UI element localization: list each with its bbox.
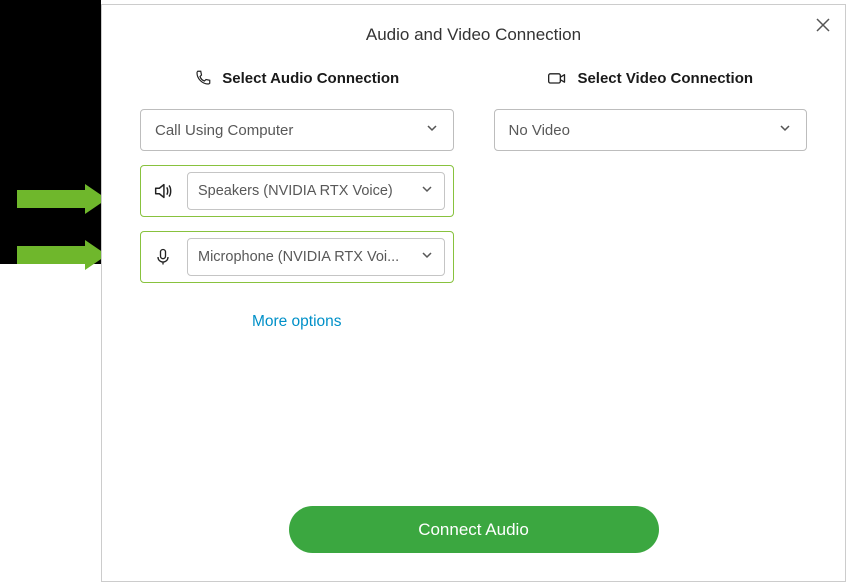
video-connection-select[interactable]: No Video <box>494 109 808 151</box>
audio-video-dialog: Audio and Video Connection Select Audio … <box>101 4 846 582</box>
speaker-icon <box>151 180 175 202</box>
phone-icon <box>194 69 212 87</box>
more-options-link[interactable]: More options <box>140 313 454 331</box>
speaker-select[interactable]: Speakers (NVIDIA RTX Voice) <box>187 172 445 210</box>
microphone-icon <box>151 247 175 267</box>
audio-heading-label: Select Audio Connection <box>222 70 399 87</box>
chevron-down-icon <box>778 121 792 139</box>
video-heading-label: Select Video Connection <box>577 70 753 87</box>
audio-connection-value: Call Using Computer <box>155 122 293 139</box>
dialog-title: Audio and Video Connection <box>102 5 845 45</box>
close-icon[interactable] <box>813 15 833 35</box>
video-connection-value: No Video <box>509 122 570 139</box>
video-heading: Select Video Connection <box>494 69 808 87</box>
annotation-black-margin <box>0 0 101 264</box>
audio-heading: Select Audio Connection <box>140 69 454 87</box>
microphone-value: Microphone (NVIDIA RTX Voi... <box>198 249 405 265</box>
audio-column: Select Audio Connection Call Using Compu… <box>102 69 474 331</box>
chevron-down-icon <box>420 248 434 266</box>
speaker-row: Speakers (NVIDIA RTX Voice) <box>140 165 454 217</box>
chevron-down-icon <box>425 121 439 139</box>
audio-connection-select[interactable]: Call Using Computer <box>140 109 454 151</box>
connect-audio-button[interactable]: Connect Audio <box>289 506 659 553</box>
chevron-down-icon <box>420 182 434 200</box>
video-column: Select Video Connection No Video <box>474 69 846 331</box>
microphone-select[interactable]: Microphone (NVIDIA RTX Voi... <box>187 238 445 276</box>
speaker-value: Speakers (NVIDIA RTX Voice) <box>198 183 399 199</box>
camera-icon <box>547 69 567 87</box>
microphone-row: Microphone (NVIDIA RTX Voi... <box>140 231 454 283</box>
